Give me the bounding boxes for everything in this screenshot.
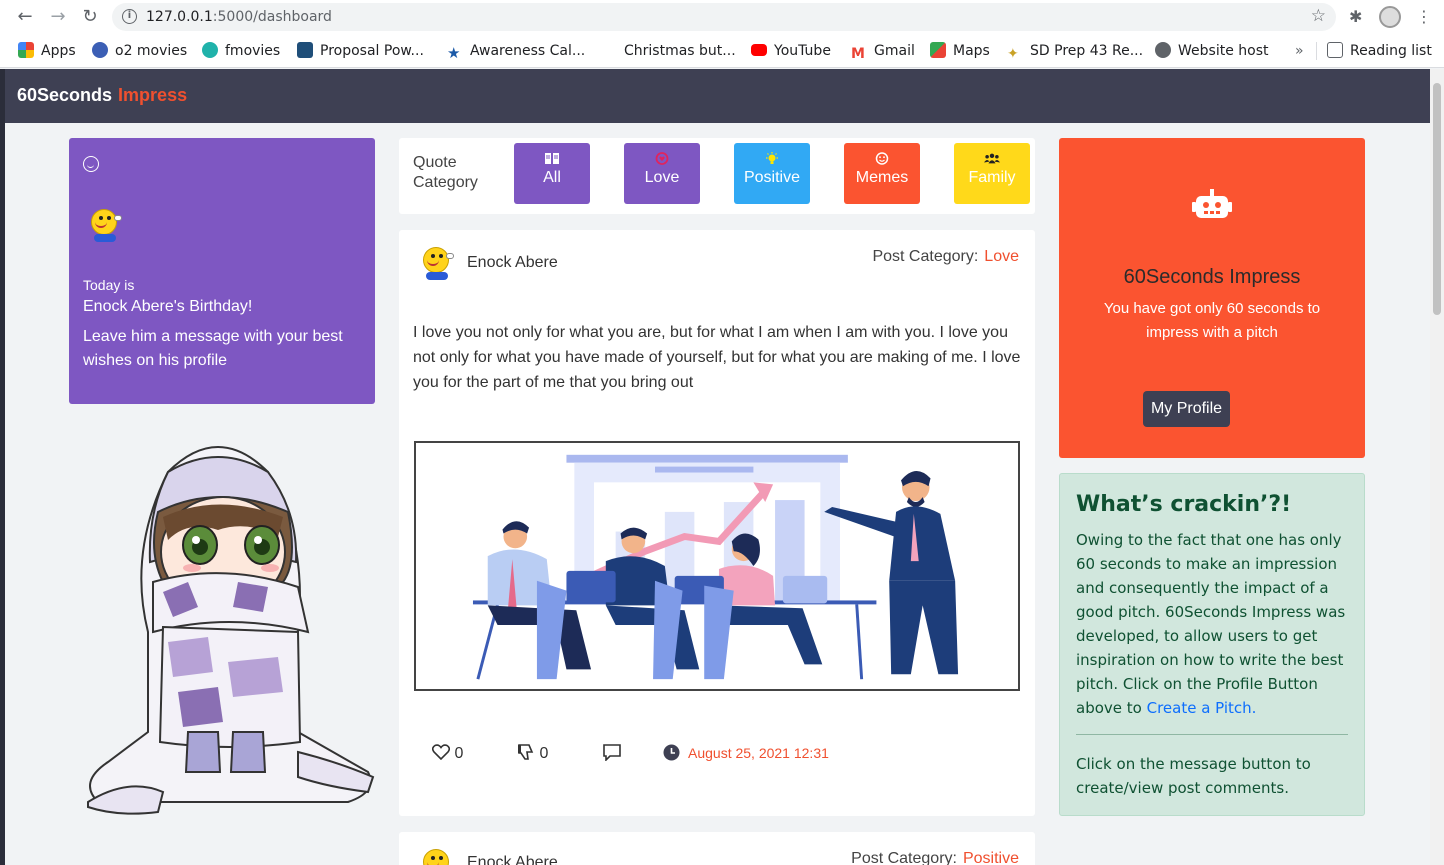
post-category-2: Post Category: Positive — [851, 850, 1019, 865]
birthday-card: Today is Enock Abere's Birthday! Leave h… — [69, 138, 375, 404]
user-avatar — [87, 207, 123, 243]
o2movies-icon — [92, 42, 108, 58]
browser-menu-icon[interactable]: ⋮ — [1416, 7, 1432, 26]
promo-card: 60Seconds Impress You have got only 60 s… — [1059, 138, 1365, 458]
post-author-avatar-2[interactable] — [419, 847, 455, 865]
post-body: I love you not only for what you are, bu… — [413, 324, 1021, 391]
book-icon — [545, 153, 559, 164]
create-pitch-link[interactable]: Create a Pitch. — [1147, 699, 1257, 717]
thumbs-down-icon — [518, 744, 534, 760]
category-memes-button[interactable]: Memes — [844, 143, 920, 204]
back-icon[interactable]: ← — [14, 6, 36, 28]
window-edge — [0, 69, 5, 865]
robot-icon — [1192, 189, 1232, 218]
category-love-button[interactable]: Love — [624, 143, 700, 204]
bookmark-sdprep[interactable]: ✦ SD Prep 43 Re... — [1007, 41, 1143, 62]
page-scrollbar[interactable] — [1430, 69, 1444, 865]
bookmark-website-host[interactable]: Website host — [1155, 41, 1268, 61]
dislike-button[interactable]: 0 — [517, 744, 548, 763]
globe-icon — [1155, 42, 1171, 58]
profile-avatar-icon[interactable] — [1379, 6, 1401, 28]
post-author-avatar[interactable] — [419, 245, 455, 281]
info-body: Owing to the fact that one has only 60 s… — [1076, 531, 1346, 717]
bookmark-awareness[interactable]: ★ Awareness Cal... — [447, 41, 585, 62]
quote-category-bar: Quote Category All Love Positive Memes F… — [399, 138, 1035, 214]
anime-girl-illustration — [87, 446, 375, 815]
category-all-label: All — [543, 169, 561, 186]
category-all-button[interactable]: All — [514, 143, 590, 204]
birthday-person: Enock Abere's Birthday! — [83, 298, 253, 315]
post-author-name[interactable]: Enock Abere — [467, 254, 558, 272]
gmail-icon: M — [851, 46, 865, 62]
bookmarks-divider — [1316, 42, 1317, 60]
proposal-icon — [297, 42, 313, 58]
post-card-2: Enock Abere Post Category: Positive — [399, 832, 1035, 865]
message-icon — [603, 744, 621, 762]
promo-text: You have got only 60 seconds to impress … — [1103, 300, 1321, 341]
bookmark-gmail[interactable]: M Gmail — [851, 41, 915, 62]
promo-title: 60Seconds Impress — [1123, 266, 1301, 288]
bookmark-maps[interactable]: Maps — [930, 41, 990, 61]
address-bar[interactable]: i 127.0.0.1:5000/dashboard ☆ — [112, 3, 1336, 31]
lightbulb-icon — [766, 152, 778, 164]
heart-icon — [655, 152, 669, 165]
comment-button[interactable] — [603, 744, 621, 763]
bookmark-o2movies[interactable]: o2 movies — [92, 41, 187, 61]
bookmarks-bar: Apps o2 movies fmovies Proposal Pow... ★… — [0, 34, 1444, 68]
scrollbar-thumb[interactable] — [1433, 83, 1441, 315]
post-footer: 0 0 August 25, 2021 12:31 — [399, 740, 1035, 768]
reading-list-button[interactable]: Reading list — [1327, 41, 1432, 61]
category-positive-button[interactable]: Positive — [734, 143, 810, 204]
business-meeting-illustration — [414, 441, 1020, 691]
category-positive-label: Positive — [743, 169, 801, 186]
smile-icon — [875, 152, 889, 165]
my-profile-button[interactable]: My Profile — [1143, 391, 1230, 427]
reload-icon[interactable]: ↻ — [79, 6, 101, 28]
category-memes-label: Memes — [855, 169, 909, 186]
quote-category-label: Quote Category — [413, 154, 478, 191]
info-divider — [1076, 734, 1348, 735]
bookmark-christmas[interactable]: Christmas but... — [601, 41, 736, 61]
youtube-icon — [751, 44, 767, 56]
post-category: Post Category: Love — [872, 248, 1019, 265]
star-icon: ★ — [447, 44, 461, 62]
play-icon — [202, 42, 218, 58]
post-author-name-2[interactable]: Enock Abere — [467, 854, 558, 865]
app-navbar: 60Seconds Impress — [5, 69, 1430, 123]
blank-page-icon — [601, 42, 617, 58]
extensions-icon[interactable]: ✱ — [1349, 7, 1362, 26]
smile-icon — [83, 156, 99, 172]
info-title: What’s crackin’?! — [1076, 492, 1292, 517]
browser-toolbar: ← → ↻ i 127.0.0.1:5000/dashboard ☆ ✱ ⋮ — [0, 0, 1444, 34]
like-button[interactable]: 0 — [431, 744, 464, 763]
bookmark-youtube[interactable]: YouTube — [751, 41, 831, 61]
heart-outline-icon — [431, 744, 451, 761]
dislike-count: 0 — [539, 745, 549, 762]
today-label: Today is — [83, 277, 135, 293]
site-info-icon[interactable]: i — [122, 9, 137, 24]
bookmark-proposal[interactable]: Proposal Pow... — [297, 41, 424, 61]
post-date: August 25, 2021 12:31 — [688, 745, 829, 761]
more-bookmarks-button[interactable]: » — [1295, 41, 1304, 61]
bookmark-star-icon[interactable]: ☆ — [1311, 6, 1326, 26]
sdprep-icon: ✦ — [1007, 46, 1019, 62]
reading-list-icon — [1327, 42, 1343, 58]
category-family-button[interactable]: Family — [954, 143, 1030, 204]
category-love-label: Love — [644, 169, 680, 186]
maps-icon — [930, 42, 946, 58]
like-count: 0 — [454, 745, 464, 762]
brand-logo[interactable]: 60Seconds Impress — [17, 85, 187, 106]
apps-grid-icon — [18, 42, 34, 58]
bookmark-apps[interactable]: Apps — [18, 41, 76, 61]
clock-icon — [663, 744, 680, 766]
info-note: Click on the message button to create/vi… — [1076, 755, 1311, 797]
birthday-message: Leave him a message with your best wishe… — [83, 328, 343, 369]
category-family-label: Family — [968, 169, 1016, 186]
url-text: 127.0.0.1:5000/dashboard — [146, 9, 332, 25]
post-card: Enock Abere Post Category: Love I love yo… — [399, 230, 1035, 816]
bookmark-fmovies[interactable]: fmovies — [202, 41, 280, 61]
forward-icon[interactable]: → — [47, 6, 69, 28]
info-card: What’s crackin’?! Owing to the fact that… — [1059, 473, 1365, 816]
users-icon — [984, 153, 1000, 164]
